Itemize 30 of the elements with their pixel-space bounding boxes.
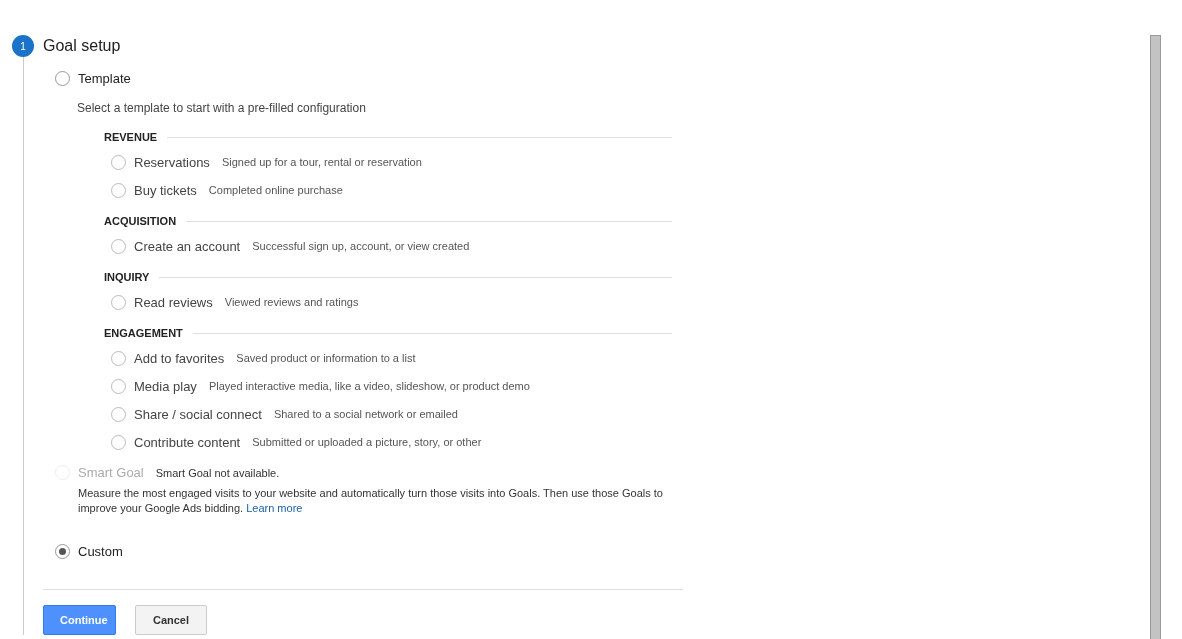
step-number: 1 <box>12 35 34 57</box>
template-hint: Completed online purchase <box>208 184 343 196</box>
cancel-button[interactable]: Cancel <box>135 605 207 635</box>
template-hint: Signed up for a tour, rental or reservation <box>221 156 422 168</box>
template-label: Buy tickets <box>134 182 197 198</box>
template-label: Read reviews <box>134 294 213 310</box>
option-label: Custom <box>78 544 123 559</box>
template-hint: Saved product or information to a list <box>236 352 416 364</box>
template-hint: Viewed reviews and ratings <box>224 296 359 308</box>
option-label: Template <box>78 71 131 86</box>
option-description: Select a template to start with a pre-filled configuration <box>77 101 367 115</box>
template-label: Contribute content <box>134 434 241 450</box>
option-description: Measure the most engaged visits to your website and automatically turn those visits into Goals. Then use those Goals to improve your Google Ads bidding. Learn more <box>78 486 664 516</box>
template-hint: Shared to a social network or emailed <box>273 408 458 420</box>
template-hint: Submitted or uploaded a picture, story, or other <box>252 436 482 448</box>
availability-note: Smart Goal not available. <box>155 466 280 479</box>
template-hint: Played interactive media, like a video, slideshow, or product demo <box>208 380 530 392</box>
template-label: Share / social connect <box>134 406 262 422</box>
category-heading: INQUIRY <box>104 271 150 283</box>
category-heading: REVENUE <box>104 131 158 143</box>
template-label: Create an account <box>134 238 241 254</box>
template-label: Media play <box>134 378 197 394</box>
template-label: Add to favorites <box>134 350 225 366</box>
template-hint: Successful sign up, account, or view created <box>252 240 470 252</box>
scrollbar[interactable] <box>1150 35 1161 639</box>
step-title: Goal setup <box>43 36 122 56</box>
option-label: Smart Goal <box>78 465 144 480</box>
category-heading: ENGAGEMENT <box>104 327 183 339</box>
category-heading: ACQUISITION <box>104 215 177 227</box>
template-label: Reservations <box>134 154 210 170</box>
